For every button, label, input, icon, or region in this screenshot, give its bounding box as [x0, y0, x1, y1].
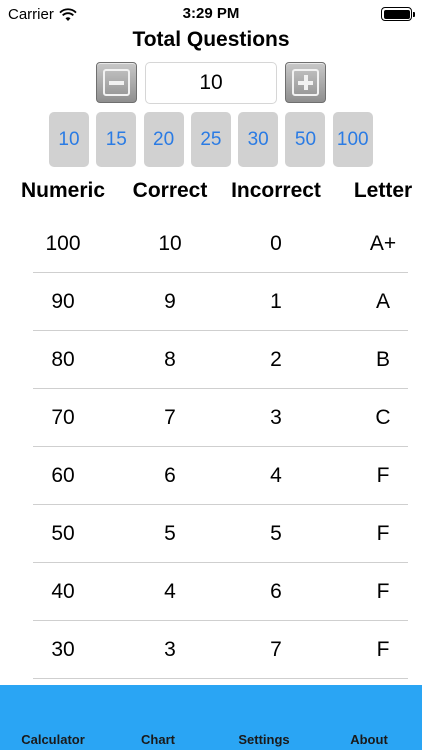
cell-letter: A+	[369, 232, 397, 255]
preset-button-15[interactable]: 15	[96, 112, 137, 167]
cell-numeric: 40	[51, 580, 75, 603]
header-letter: Letter	[353, 179, 413, 202]
cell-incorrect: 6	[270, 580, 282, 603]
table-row: 50 5 5 F	[33, 505, 408, 563]
cell-incorrect: 0	[270, 232, 282, 255]
table-row: 100 10 0 A+	[33, 215, 408, 273]
minus-icon	[103, 69, 130, 96]
cell-numeric: 70	[51, 406, 75, 429]
preset-buttons: 10 15 20 25 30 50 100	[49, 112, 373, 167]
header-numeric: Numeric	[20, 179, 106, 202]
preset-button-30[interactable]: 30	[238, 112, 279, 167]
table-row: 70 7 3 C	[33, 389, 408, 447]
cell-letter: F	[376, 464, 390, 487]
tab-settings[interactable]: Settings	[238, 732, 289, 747]
cell-letter: F	[376, 638, 390, 661]
question-count-field[interactable]: 10	[145, 62, 277, 104]
cell-letter: C	[375, 406, 391, 429]
cell-letter: B	[375, 348, 391, 371]
status-time: 3:29 PM	[182, 5, 240, 22]
cell-numeric: 50	[51, 522, 75, 545]
page-title: Total Questions	[132, 28, 290, 51]
header-correct: Correct	[132, 179, 208, 202]
cell-correct: 6	[164, 464, 176, 487]
table-row: 60 6 4 F	[33, 447, 408, 505]
cell-numeric: 100	[45, 232, 81, 255]
cell-correct: 3	[164, 638, 176, 661]
cell-numeric: 80	[51, 348, 75, 371]
cell-correct: 7	[164, 406, 176, 429]
table-header: Numeric Correct Incorrect Letter	[0, 179, 422, 207]
cell-incorrect: 2	[270, 348, 282, 371]
cell-incorrect: 1	[270, 290, 282, 313]
cell-numeric: 30	[51, 638, 75, 661]
table-row: 40 4 6 F	[33, 563, 408, 621]
tab-about[interactable]: About	[350, 732, 388, 747]
decrement-button[interactable]	[96, 62, 137, 103]
preset-button-20[interactable]: 20	[143, 112, 184, 167]
table-row: 90 9 1 A	[33, 273, 408, 331]
cell-incorrect: 7	[270, 638, 282, 661]
plus-icon	[292, 69, 319, 96]
preset-button-50[interactable]: 50	[285, 112, 326, 167]
tab-calculator[interactable]: Calculator	[21, 732, 85, 747]
cell-incorrect: 5	[270, 522, 282, 545]
header-incorrect: Incorrect	[231, 179, 321, 202]
preset-button-25[interactable]: 25	[190, 112, 231, 167]
cell-letter: F	[376, 522, 390, 545]
table-row: 80 8 2 B	[33, 331, 408, 389]
preset-button-100[interactable]: 100	[332, 112, 373, 167]
increment-button[interactable]	[285, 62, 326, 103]
preset-button-10[interactable]: 10	[49, 112, 89, 167]
cell-incorrect: 3	[270, 406, 282, 429]
cell-letter: A	[375, 290, 391, 313]
status-bar: Carrier 3:29 PM	[0, 0, 422, 30]
tab-bar: Calculator Chart Settings About	[0, 685, 422, 750]
cell-correct: 10	[158, 232, 182, 255]
cell-correct: 9	[164, 290, 176, 313]
cell-correct: 5	[164, 522, 176, 545]
cell-numeric: 90	[51, 290, 75, 313]
grade-table: 100 10 0 A+ 90 9 1 A 80 8 2 B 70 7 3 C 60 6 4 F 50 5 5 F 40 4 6 F 30…	[33, 215, 408, 679]
cell-letter: F	[376, 580, 390, 603]
battery-icon	[381, 7, 415, 21]
cell-numeric: 60	[51, 464, 75, 487]
table-row: 30 3 7 F	[33, 621, 408, 679]
tab-chart[interactable]: Chart	[141, 732, 175, 747]
cell-incorrect: 4	[270, 464, 282, 487]
cell-correct: 8	[164, 348, 176, 371]
cell-correct: 4	[164, 580, 176, 603]
